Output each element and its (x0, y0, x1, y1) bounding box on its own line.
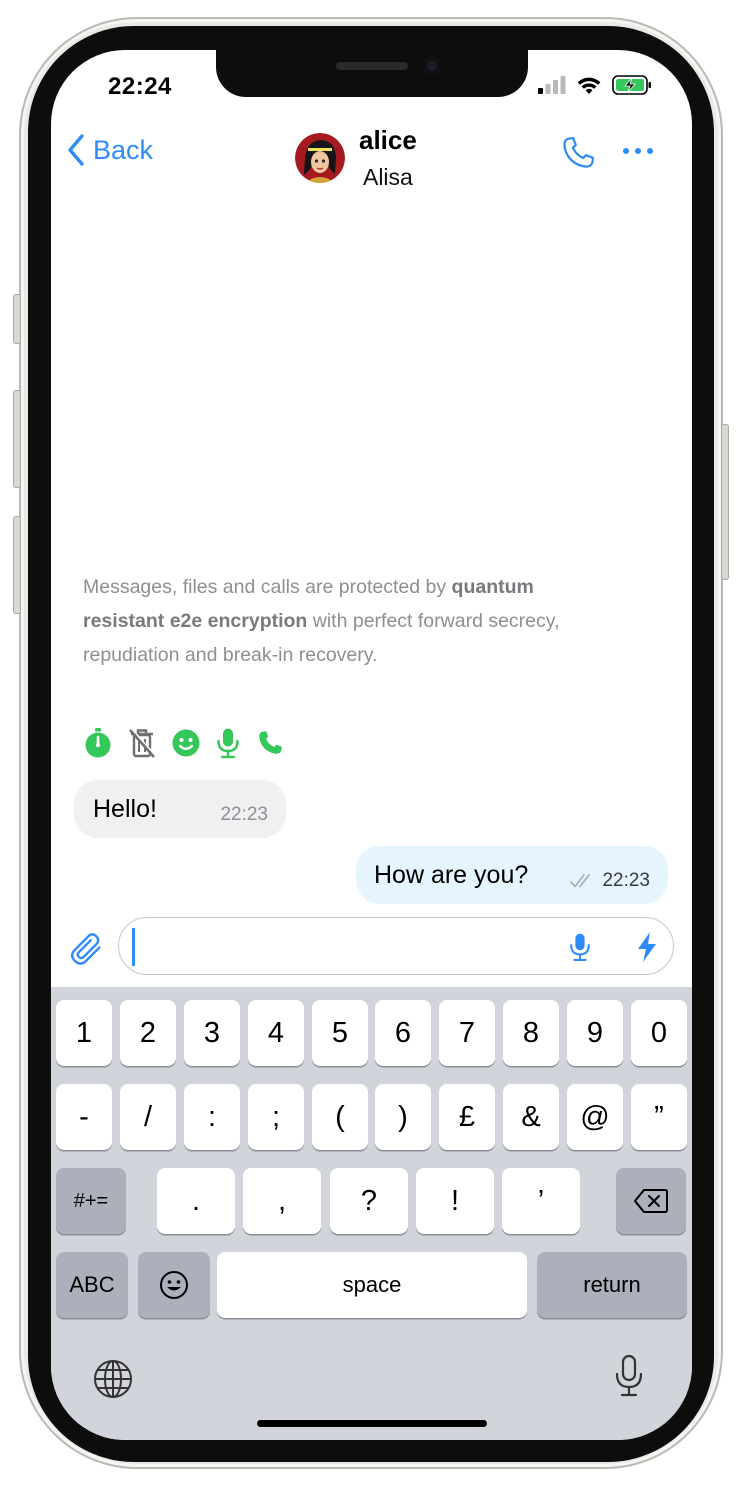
key-colon[interactable]: : (184, 1084, 240, 1150)
contact-avatar[interactable] (295, 133, 345, 183)
key-space[interactable]: space (217, 1252, 527, 1318)
message-text: How are you? (374, 860, 529, 889)
contact-name: alice (359, 125, 417, 155)
key-close-paren[interactable]: ) (375, 1084, 431, 1150)
chevron-left-icon (68, 134, 84, 166)
backspace-icon (634, 1189, 668, 1213)
side-button-silent (13, 294, 21, 344)
key-1[interactable]: 1 (56, 1000, 112, 1066)
emoji-icon (160, 1271, 188, 1299)
e2e-notice-prefix: Messages, files and calls are protected … (83, 576, 452, 598)
side-button-power (721, 424, 729, 580)
key-2[interactable]: 2 (120, 1000, 176, 1066)
voice-message-button[interactable] (568, 931, 592, 968)
key-9[interactable]: 9 (567, 1000, 623, 1066)
key-open-paren[interactable]: ( (312, 1084, 368, 1150)
ellipsis-dot (647, 148, 653, 154)
text-caret (132, 928, 135, 966)
received-message[interactable]: Hello! 22:23 (74, 780, 286, 838)
back-label: Back (93, 134, 154, 165)
dictation-button[interactable] (613, 1354, 645, 1403)
phone-icon (563, 137, 594, 168)
double-check-icon (570, 874, 591, 888)
phone-icon (259, 731, 282, 754)
key-8[interactable]: 8 (503, 1000, 559, 1066)
key-apostrophe[interactable]: ’ (502, 1168, 580, 1234)
status-time: 22:24 (108, 73, 172, 100)
key-semicolon[interactable]: ; (248, 1084, 304, 1150)
e2e-encryption-notice: Messages, files and calls are protected … (83, 570, 563, 672)
mic-icon (217, 728, 239, 759)
live-message-button[interactable] (636, 931, 658, 968)
message-meta: 22:23 (570, 870, 650, 892)
key-comma[interactable]: , (243, 1168, 321, 1234)
attach-button[interactable] (67, 930, 105, 973)
lightning-bolt-icon (638, 932, 656, 962)
key-abc[interactable]: ABC (56, 1252, 128, 1318)
key-quote[interactable]: ” (631, 1084, 687, 1150)
keyboard: 1 2 3 4 5 6 7 8 9 0 - / : ; ( ) £ & @ ” … (51, 987, 692, 1440)
timer-icon (85, 728, 111, 758)
feature-icons-row (83, 727, 285, 759)
cellular-signal-icon (538, 76, 566, 94)
smile-icon (172, 729, 200, 757)
side-button-volume-up (13, 390, 21, 488)
delete-disabled-icon (129, 728, 157, 758)
key-period[interactable]: . (157, 1168, 235, 1234)
ellipsis-dot (635, 148, 641, 154)
contact-header[interactable]: alice Alisa (295, 125, 417, 191)
key-pound[interactable]: £ (439, 1084, 495, 1150)
wifi-icon (577, 77, 601, 94)
home-indicator[interactable] (257, 1420, 487, 1427)
screen: 22:24 Back alice Alisa Messages, files a… (51, 50, 692, 1440)
key-0[interactable]: 0 (631, 1000, 687, 1066)
key-ampersand[interactable]: & (503, 1084, 559, 1150)
key-at[interactable]: @ (567, 1084, 623, 1150)
key-exclamation[interactable]: ! (416, 1168, 494, 1234)
mic-icon (615, 1354, 643, 1397)
globe-icon (94, 1360, 132, 1398)
mic-icon (570, 933, 590, 961)
key-more-symbols[interactable]: #+= (56, 1168, 126, 1234)
ellipsis-dot (623, 148, 629, 154)
paperclip-icon (70, 933, 101, 965)
call-button[interactable] (559, 134, 597, 177)
key-return[interactable]: return (537, 1252, 687, 1318)
key-question[interactable]: ? (330, 1168, 408, 1234)
key-emoji[interactable] (138, 1252, 210, 1318)
keyboard-switch-button[interactable] (93, 1359, 133, 1404)
back-button[interactable]: Back (67, 134, 153, 166)
notch (216, 50, 528, 97)
key-5[interactable]: 5 (312, 1000, 368, 1066)
key-3[interactable]: 3 (184, 1000, 240, 1066)
message-text: Hello! (93, 794, 157, 823)
key-hyphen[interactable]: - (56, 1084, 112, 1150)
message-time: 22:23 (220, 804, 268, 825)
message-time: 22:23 (602, 870, 650, 891)
more-options-button[interactable] (623, 148, 653, 154)
key-slash[interactable]: / (120, 1084, 176, 1150)
sent-message[interactable]: How are you? 22:23 (356, 846, 668, 904)
speaker-grille (336, 62, 408, 70)
status-icons (538, 75, 652, 95)
side-button-volume-down (13, 516, 21, 614)
key-7[interactable]: 7 (439, 1000, 495, 1066)
front-camera (423, 57, 441, 75)
contact-display-name: Alisa (362, 164, 413, 190)
key-6[interactable]: 6 (375, 1000, 431, 1066)
key-backspace[interactable] (616, 1168, 686, 1234)
key-4[interactable]: 4 (248, 1000, 304, 1066)
message-composer[interactable] (118, 917, 674, 975)
message-input[interactable] (131, 926, 531, 966)
battery-charging-icon (612, 75, 651, 95)
